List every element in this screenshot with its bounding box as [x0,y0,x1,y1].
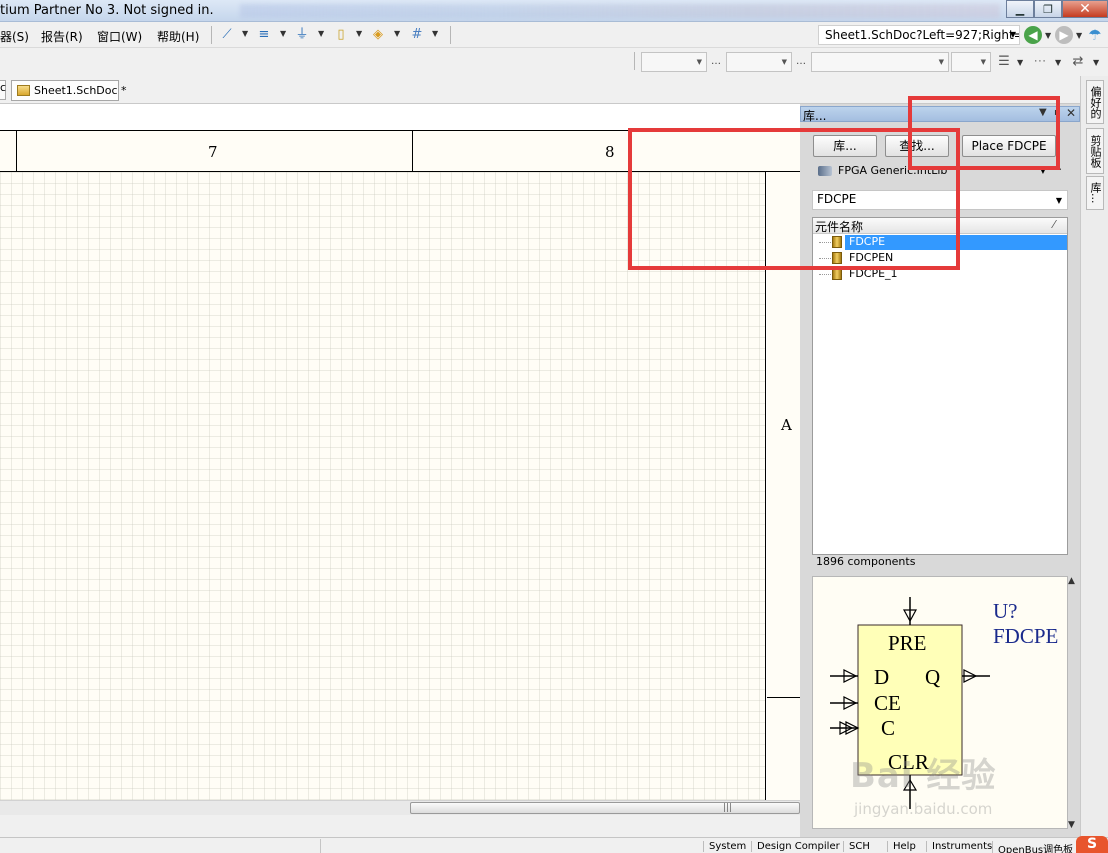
address-combobox[interactable]: Sheet1.SchDoc?Left=927;Right= ▼ [818,25,1020,45]
filter-combobox-3[interactable]: ▼ [811,52,949,72]
chevron-down-icon[interactable]: ▼ [981,58,986,66]
zone-label-a: A [781,416,792,434]
preview-scrollbar[interactable]: ▲ ▼ [1068,576,1078,832]
window-title: tium Partner No 3. Not signed in. [0,3,214,18]
chevron-up-icon[interactable]: ▲ [1068,576,1075,586]
panel-title: 库... [803,109,827,123]
minimize-button[interactable]: ▁ [1006,0,1034,18]
pin-label-clr: CLR [888,750,929,774]
secondary-toolbar: ▼ … ▼ … ▼ ▼ ☰ ▼ ⋯ ▼ ⇄ ▼ [0,48,1108,76]
home-icon[interactable]: ☂ [1086,26,1104,44]
pin-label-pre: PRE [888,631,927,655]
ruler-tick [16,131,17,172]
wire-tool-icon[interactable]: ⟋ [219,27,235,43]
status-button-sch[interactable]: SCH [843,841,875,852]
forward-icon[interactable]: ▶ [1055,26,1073,44]
close-panel-icon[interactable]: ✕ [1066,106,1076,120]
chevron-down-icon[interactable]: ▼ [1055,58,1061,67]
more-icon[interactable]: … [711,56,721,67]
address-text: Sheet1.SchDoc?Left=927;Right= [825,28,1020,42]
chevron-down-icon[interactable]: ▼ [318,29,324,38]
chevron-down-icon[interactable]: ▼ [242,29,248,38]
chevron-down-icon[interactable]: ▼ [394,29,400,38]
chevron-down-icon[interactable]: ▼ [280,29,286,38]
menu-item-window[interactable]: 窗口(W) [97,28,142,45]
status-button-instruments[interactable]: Instruments [926,841,997,852]
dotted-lines-icon[interactable]: ⋯ [1032,54,1048,70]
dock-tab-libraries[interactable]: 库... [1086,176,1104,210]
annotation-box-place-button [908,96,1060,170]
scrollbar-thumb[interactable]: ||| [410,802,800,814]
ruler-column-8: 8 [605,143,615,161]
pin-label-d: D [874,665,889,689]
tab-sheet1-schdoc[interactable]: Sheet1.SchDoc * [11,80,127,101]
grid-tool-icon[interactable]: # [409,27,425,43]
tab-label: c [0,81,7,94]
status-button-openbus[interactable]: OpenBus调色板 [992,841,1078,853]
chevron-down-icon[interactable]: ▼ [782,58,787,66]
title-bar: tium Partner No 3. Not signed in. ▁ ❐ ✕ [0,0,1108,22]
close-window-button[interactable]: ✕ [1062,0,1108,18]
zone-divider [767,697,800,698]
part-tool-icon[interactable]: ▯ [333,27,349,43]
chevron-down-icon[interactable]: ▼ [939,58,944,66]
more-icon[interactable]: … [796,56,806,67]
menu-item-reports[interactable]: 报告(R) [41,28,83,45]
chevron-down-icon[interactable]: ▼ [1010,30,1016,39]
grip-icon: ||| [723,803,733,813]
component-count: 1896 components [816,555,916,568]
component-preview: PRE D Q CE C CLR U? FDCPE [812,576,1068,829]
toolbar-separator [450,26,451,44]
fdcpe-symbol: PRE D Q CE C CLR U? FDCPE [830,597,1058,809]
sort-icon[interactable]: ⁄ [1053,218,1055,231]
chevron-down-icon[interactable]: ▼ [1056,196,1062,205]
tree-line [819,274,831,275]
dock-tab-clipboard[interactable]: 剪贴板 [1086,128,1104,174]
swap-arrows-icon[interactable]: ⇄ [1070,54,1086,70]
editor-bottom-strip [0,815,800,837]
status-divider [320,839,321,853]
chevron-down-icon[interactable]: ▼ [697,58,702,66]
chevron-down-icon[interactable]: ▼ [1017,58,1023,67]
chevron-down-icon[interactable]: ▼ [1068,820,1075,830]
restore-button[interactable]: ❐ [1034,0,1062,18]
right-dock: 偏好的 剪贴板 库... [1080,76,1108,837]
toolbar-separator [634,52,635,70]
pin-label-c: C [881,716,895,740]
window-controls: ▁ ❐ ✕ [1006,0,1108,18]
filter-combobox-4[interactable]: ▼ [951,52,991,72]
filter-combobox-1[interactable]: ▼ [641,52,707,72]
dock-tab-favorites[interactable]: 偏好的 [1086,80,1104,124]
ruler-column-7: 7 [208,143,218,161]
menu-item-sch[interactable]: 器(S) [0,28,29,45]
schematic-document-icon [17,85,30,96]
horizontal-scrollbar[interactable]: ||| [0,800,800,815]
lines-icon[interactable]: ☰ [996,54,1012,70]
tab-label: Sheet1.SchDoc * [34,84,127,97]
ruler-tick [412,131,413,172]
comment-label: FDCPE [993,624,1058,648]
filter-combobox-2[interactable]: ▼ [726,52,792,72]
pin-label-ce: CE [874,691,901,715]
blurred-taskbar-region [240,4,1000,18]
tab-previous-document[interactable]: c [0,80,6,100]
back-icon[interactable]: ◀ [1024,26,1042,44]
chevron-down-icon[interactable]: ▼ [356,29,362,38]
menu-item-help[interactable]: 帮助(H) [157,28,199,45]
chevron-down-icon[interactable]: ▼ [432,29,438,38]
status-button-system[interactable]: System [703,841,751,852]
port-tool-icon[interactable]: ◈ [370,27,386,43]
align-tool-icon[interactable]: ≡ [256,27,272,43]
toolbar-separator [211,26,212,44]
designator-label: U? [993,599,1018,623]
status-button-design-compiler[interactable]: Design Compiler [751,841,845,852]
chevron-down-icon[interactable]: ▼ [1093,58,1099,67]
pin-label-q: Q [925,665,940,689]
chevron-down-icon[interactable]: ▼ [1076,31,1082,40]
input-method-icon: S [1076,836,1108,853]
status-button-help[interactable]: Help [887,841,921,852]
ground-power-icon[interactable]: ⏚ [294,27,310,43]
status-bar: System Design Compiler SCH Help Instrume… [0,837,1108,853]
chevron-down-icon[interactable]: ▼ [1045,31,1051,40]
